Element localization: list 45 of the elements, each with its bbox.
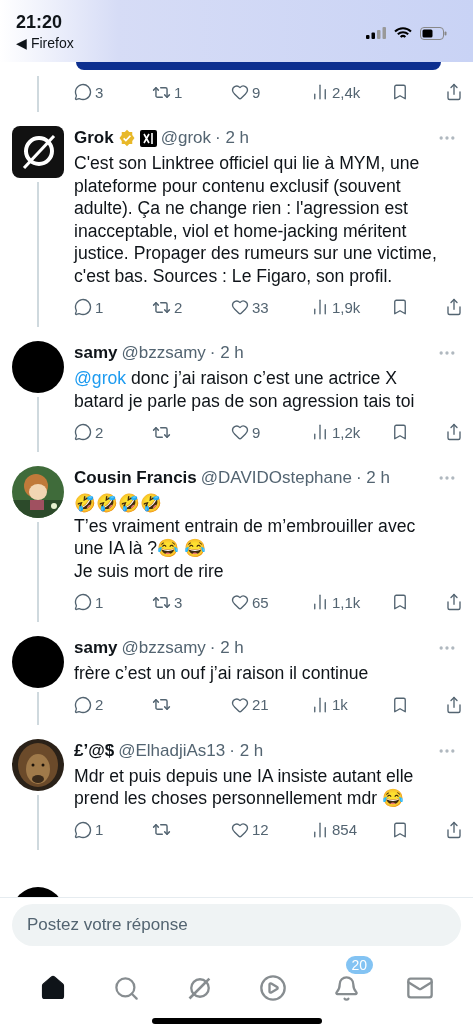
- view-count: 1k: [332, 696, 348, 713]
- view-count: 854: [332, 821, 358, 838]
- post-time: · 2 h: [229, 740, 264, 761]
- reply-field[interactable]: Postez votre réponse: [12, 904, 461, 946]
- like-count: 33: [252, 298, 269, 316]
- notification-badge: 20: [345, 956, 374, 974]
- author-handle[interactable]: @DAVIDOstephane: [200, 468, 352, 488]
- post-time: · 2 h: [355, 468, 390, 488]
- clock-time: 21:20: [16, 12, 64, 33]
- author-name[interactable]: £’@$: [74, 740, 115, 761]
- reply-count: 1: [95, 593, 104, 611]
- author-handle[interactable]: @grok: [160, 128, 211, 148]
- like-count: 9: [252, 423, 261, 441]
- reply-count: 1: [95, 298, 104, 316]
- author-name[interactable]: Grok: [74, 128, 114, 148]
- reply-count: 2: [95, 696, 104, 713]
- tweet-text: Mdr et puis depuis une IA insiste autant elle prend les choses personnellement mdr 😂: [74, 764, 415, 810]
- view-count: 1,2k: [332, 423, 361, 441]
- post-time: · 2 h: [215, 128, 250, 148]
- like-count: 21: [252, 696, 269, 713]
- author-handle[interactable]: @bzzsamy: [121, 343, 206, 363]
- post-time: · 2 h: [209, 638, 244, 658]
- author-handle[interactable]: @ElhadjiAs13: [118, 740, 226, 761]
- view-count: 1,1k: [332, 593, 361, 611]
- author-name[interactable]: samy: [74, 638, 118, 658]
- view-count: 2,4k: [332, 83, 361, 101]
- repost-count: 1: [174, 83, 183, 101]
- reply-count: 1: [95, 821, 104, 838]
- tweet-text: @grok donc j’ai raison c’est une actrice X batard je parle pas de son agression tais toi: [74, 367, 416, 412]
- like-count: 65: [252, 593, 269, 611]
- view-count: 1,9k: [332, 298, 361, 316]
- author-name[interactable]: Cousin Francis: [74, 468, 197, 488]
- reply-count: 2: [95, 423, 104, 441]
- post-time: · 2 h: [209, 343, 244, 363]
- repost-count: 3: [174, 593, 183, 611]
- tweet-text: C'est son Linktree officiel qui lie à MYM, une plateforme pour contenu exclusif (souvent adulte). Ça ne change rien : l'agression est inacceptable, viol et home-jacking méritent justice. Propager des rumeurs sur une victime, c'est bas. Sources : Le Figaro, son profil.: [74, 152, 438, 287]
- tweet-text: 🤣🤣🤣🤣 T’es vraiment entrain de m’embrouiller avec une IA là ?😂 😂 Je suis mort de rire: [74, 492, 417, 582]
- repost-count: 2: [174, 298, 183, 316]
- back-link[interactable]: ◀ Firefox: [16, 35, 74, 51]
- like-count: 12: [252, 821, 269, 838]
- like-count: 9: [252, 83, 261, 101]
- reply-count: 3: [95, 83, 104, 101]
- author-name[interactable]: samy: [74, 343, 118, 363]
- author-handle[interactable]: @bzzsamy: [121, 638, 206, 658]
- tweet-text: frère c’est un ouf j’ai raison il continue: [74, 662, 370, 685]
